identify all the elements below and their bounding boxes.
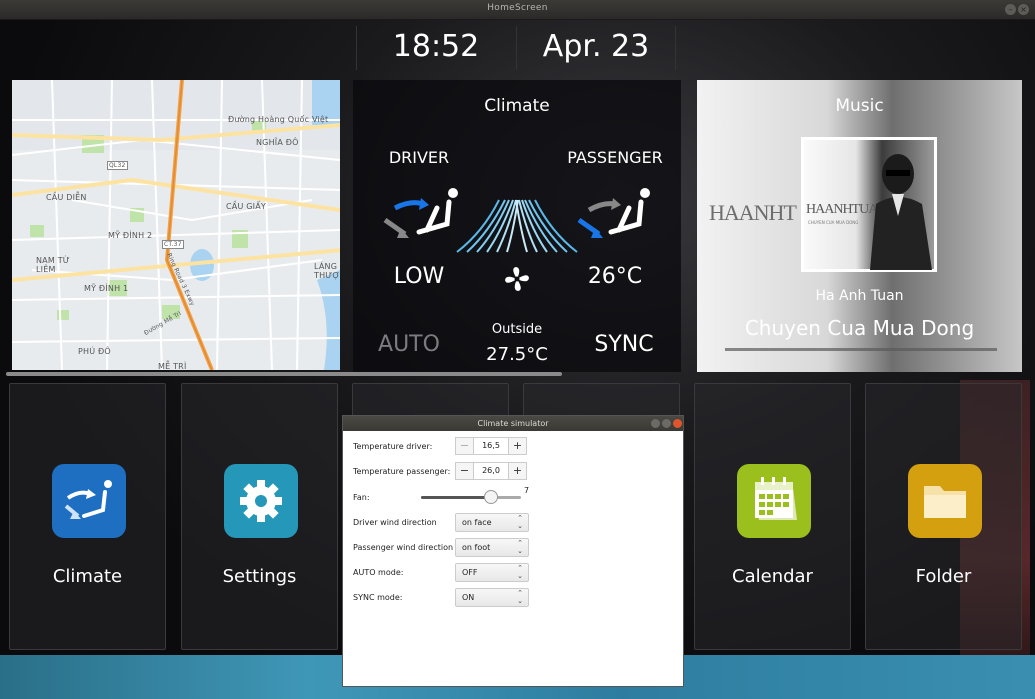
- map-label: CẦU GIẤY: [226, 202, 266, 211]
- road-shield: QL32: [107, 161, 128, 170]
- map-label: LÁNG THƯỢNG: [314, 262, 340, 280]
- music-title: Music: [835, 96, 884, 116]
- fan-slider-fill: [421, 496, 491, 499]
- artist-name: Ha Anh Tuan: [815, 288, 904, 304]
- outside-temperature: 27.5°C: [486, 344, 548, 365]
- climate-simulator-dialog[interactable]: Climate simulator Temperature driver: − …: [342, 415, 684, 687]
- temp-driver-label: Temperature driver:: [353, 442, 433, 451]
- passenger-label: PASSENGER: [567, 148, 663, 167]
- dialog-title: Climate simulator: [477, 419, 549, 428]
- minimize-button[interactable]: –: [1005, 4, 1016, 15]
- climate-seat-icon: [64, 480, 112, 519]
- passenger-wind-select[interactable]: on foot ⌃ ⌄: [455, 538, 529, 557]
- temp-passenger-spinbox[interactable]: − 26,0 +: [455, 462, 527, 480]
- updown-chevron-icon: ⌃ ⌄: [517, 564, 523, 580]
- tile-folder[interactable]: Folder: [865, 383, 1022, 650]
- passenger-wind-value: on foot: [462, 543, 491, 552]
- album-art[interactable]: HAANHTUAN CHUYEN CUA MUA DONG: [801, 137, 937, 272]
- fan-label: Fan:: [353, 493, 370, 502]
- map-label: CẦU DIỄN: [46, 193, 87, 202]
- track-progress-bar[interactable]: [725, 348, 997, 351]
- clock-date: Apr. 23: [542, 29, 650, 64]
- tile-climate[interactable]: Climate: [9, 383, 166, 650]
- sync-mode-label: SYNC mode:: [353, 593, 403, 602]
- folder-icon: [924, 486, 966, 518]
- sync-toggle[interactable]: SYNC: [579, 332, 669, 357]
- road-shield: CT.37: [162, 240, 184, 249]
- tile-calendar[interactable]: Calendar: [694, 383, 851, 650]
- divider: [675, 26, 676, 70]
- passenger-temperature[interactable]: 26°C: [575, 264, 655, 289]
- dialog-minimize-button[interactable]: [651, 419, 660, 428]
- updown-chevron-icon: ⌃ ⌄: [517, 539, 523, 555]
- increment-button[interactable]: +: [508, 438, 526, 454]
- close-button[interactable]: ×: [1018, 4, 1029, 15]
- driver-label: DRIVER: [388, 148, 450, 167]
- tile-label: Folder: [915, 566, 972, 587]
- passenger-seat-airflow-icon[interactable]: [575, 186, 655, 242]
- auto-mode-select[interactable]: OFF ⌃ ⌄: [455, 563, 529, 582]
- map-label: MỄ TRÌ: [158, 362, 187, 370]
- auto-toggle[interactable]: AUTO: [369, 332, 449, 357]
- driver-seat-airflow-icon[interactable]: [383, 186, 463, 242]
- homescreen-window: HomeScreen – × 18:52 Apr. 23 Đường Hoàng…: [0, 0, 1035, 699]
- tile-settings[interactable]: Settings: [181, 383, 338, 650]
- driver-wind-value: on face: [462, 518, 492, 527]
- sync-mode-select[interactable]: ON ⌃ ⌄: [455, 588, 529, 607]
- auto-mode-label: AUTO mode:: [353, 568, 404, 577]
- fan-icon[interactable]: [504, 266, 530, 292]
- temp-driver-spinbox[interactable]: − 16,5 +: [455, 437, 527, 455]
- folder-app-icon: [908, 464, 982, 538]
- song-title: Chuyen Cua Mua Dong: [744, 316, 975, 340]
- tile-label: Calendar: [732, 566, 813, 587]
- sync-mode-value: ON: [462, 593, 475, 602]
- temp-passenger-value[interactable]: 26,0: [474, 463, 508, 479]
- tile-label: Settings: [222, 566, 297, 587]
- artist-silhouette: [870, 154, 932, 270]
- map-label: PHÚ ĐÔ: [78, 347, 111, 356]
- dialog-close-button[interactable]: [673, 419, 682, 428]
- map-widget[interactable]: Đường Hoàng Quốc Việt NGHĨA ĐÔ CẦU DIỄN …: [12, 80, 340, 370]
- climate-widget[interactable]: Climate DRIVER PASSENGER LOW 26°C AUTO O…: [353, 80, 681, 372]
- tile-label: Climate: [52, 566, 123, 587]
- outside-label: Outside: [491, 322, 543, 337]
- horizontal-scrollbar[interactable]: [6, 372, 562, 376]
- map-label: MỸ ĐÌNH 2: [108, 231, 153, 240]
- decrement-button[interactable]: −: [456, 463, 474, 479]
- dialog-maximize-button[interactable]: [662, 419, 671, 428]
- updown-chevron-icon: ⌃ ⌄: [517, 589, 523, 605]
- decrement-button[interactable]: −: [456, 438, 474, 454]
- clock-time: 18:52: [392, 29, 480, 64]
- window-titlebar[interactable]: HomeScreen – ×: [0, 0, 1035, 20]
- increment-button[interactable]: +: [508, 463, 526, 479]
- fan-value: 7: [524, 486, 530, 495]
- settings-app-icon: [224, 464, 298, 538]
- temp-driver-value[interactable]: 16,5: [474, 438, 508, 454]
- map-label: NGHĨA ĐÔ: [256, 138, 299, 147]
- calendar-app-icon: [737, 464, 811, 538]
- fan-slider-handle[interactable]: [484, 490, 498, 504]
- auto-mode-value: OFF: [462, 568, 478, 577]
- window-title: HomeScreen: [487, 3, 548, 13]
- airflow-waves-icon: [456, 199, 578, 253]
- map-label: NAM TỪ LIÊM: [36, 256, 70, 274]
- album-subtitle: CHUYEN CUA MUA DONG: [808, 220, 859, 225]
- climate-app-icon: [52, 464, 126, 538]
- driver-wind-label: Driver wind direction: [353, 518, 437, 527]
- album-background-logo: HAANHT: [709, 200, 797, 225]
- map-label: MỸ ĐÌNH 1: [84, 284, 129, 293]
- calendar-icon: [755, 477, 797, 520]
- music-widget[interactable]: HAANHT Music HAANHTUAN CHUYEN CUA MUA DO…: [697, 80, 1022, 372]
- gear-icon: [240, 480, 282, 522]
- fan-level[interactable]: LOW: [379, 264, 459, 289]
- updown-chevron-icon: ⌃ ⌄: [517, 514, 523, 530]
- dialog-titlebar[interactable]: Climate simulator: [343, 416, 683, 431]
- temp-passenger-label: Temperature passenger:: [353, 467, 451, 476]
- driver-wind-select[interactable]: on face ⌃ ⌄: [455, 513, 529, 532]
- passenger-wind-label: Passenger wind direction: [353, 543, 454, 552]
- clock-bar: 18:52 Apr. 23: [356, 24, 676, 72]
- climate-title: Climate: [484, 96, 550, 116]
- map-label: Đường Hoàng Quốc Việt: [228, 115, 329, 124]
